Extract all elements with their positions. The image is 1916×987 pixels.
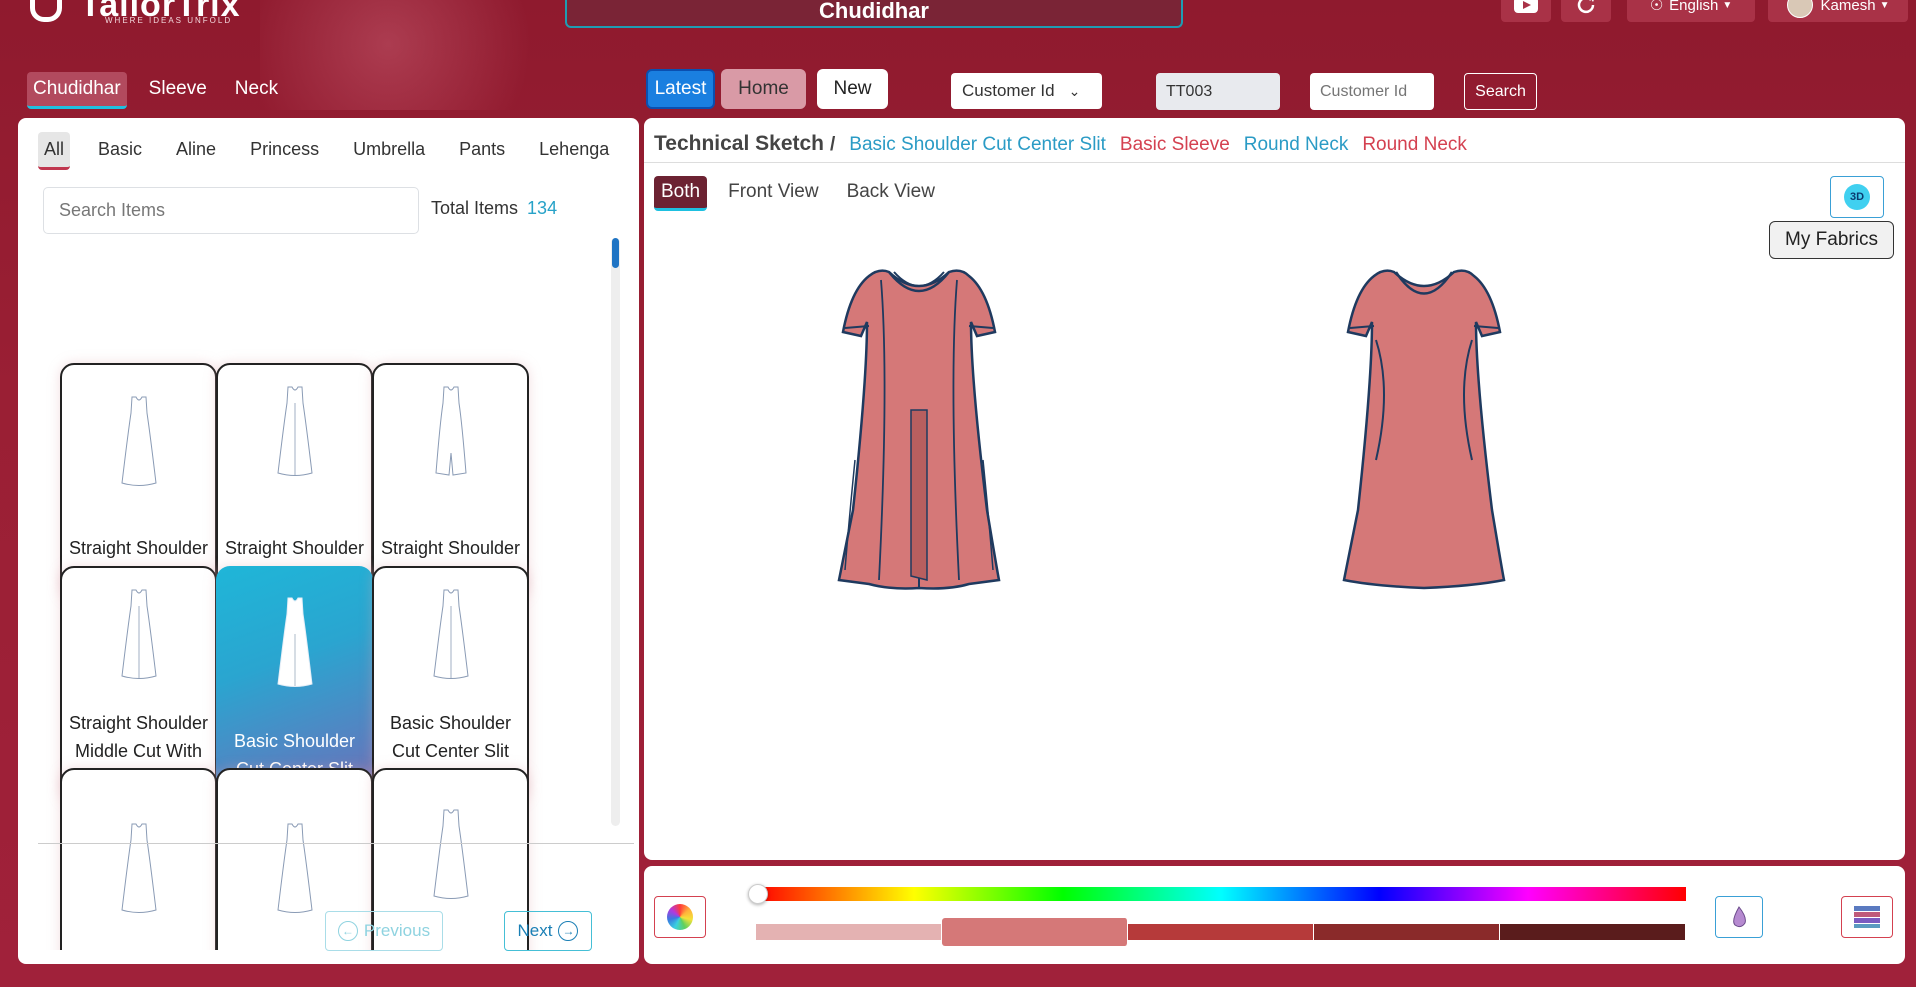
hue-slider-handle[interactable] xyxy=(748,884,768,904)
tab-neck[interactable]: Neck xyxy=(229,72,284,109)
tab-chudidhar[interactable]: Chudidhar xyxy=(27,72,127,109)
shade-swatch[interactable] xyxy=(756,924,942,940)
tab-front-view[interactable]: Front View xyxy=(721,176,825,211)
back-view-sketch[interactable] xyxy=(1324,260,1524,640)
chevron-down-icon: ⌄ xyxy=(1068,82,1081,99)
user-name: Kamesh xyxy=(1820,0,1876,14)
breadcrumb: Technical Sketch / Basic Shoulder Cut Ce… xyxy=(654,132,1467,156)
shade-swatch[interactable] xyxy=(1128,924,1314,940)
item-card[interactable]: Straight Shoulder Cut xyxy=(60,363,217,600)
breadcrumb-front-neck[interactable]: Round Neck xyxy=(1244,134,1349,156)
breadcrumb-separator: / xyxy=(830,134,836,155)
logo-mark xyxy=(30,0,62,22)
user-menu[interactable]: Kamesh ▼ xyxy=(1768,0,1908,22)
refresh-button[interactable] xyxy=(1561,0,1611,22)
arrow-left-icon: ← xyxy=(337,921,358,941)
panel-divider xyxy=(38,843,634,844)
my-fabrics-button[interactable]: My Fabrics xyxy=(1769,221,1894,259)
previous-button[interactable]: ← Previous xyxy=(325,911,443,951)
tab-back-view[interactable]: Back View xyxy=(840,176,942,211)
total-items: Total Items 134 xyxy=(431,198,557,219)
tab-both[interactable]: Both xyxy=(654,176,708,211)
scroll-thumb[interactable] xyxy=(612,238,619,268)
tab-umbrella[interactable]: Umbrella xyxy=(347,132,431,170)
arrow-right-icon: → xyxy=(558,921,579,941)
select-label: Customer Id xyxy=(962,81,1055,100)
tab-aline[interactable]: Aline xyxy=(170,132,222,170)
next-button[interactable]: Next → xyxy=(504,911,592,951)
dress-thumbnail xyxy=(120,823,157,913)
item-list-panel: All Basic Aline Princess Umbrella Pants … xyxy=(18,118,639,964)
tab-pants[interactable]: Pants xyxy=(453,132,511,170)
item-card[interactable]: Straight Shoulder Cut With FO xyxy=(216,363,373,600)
shade-swatch[interactable] xyxy=(1500,924,1686,940)
dress-thumbnail xyxy=(432,589,469,679)
total-count: 134 xyxy=(527,198,558,218)
dress-thumbnail xyxy=(276,597,313,687)
tab-lehenga[interactable]: Lehenga xyxy=(533,132,615,170)
dropper-button[interactable] xyxy=(1715,896,1763,938)
sketch-panel: Technical Sketch / Basic Shoulder Cut Ce… xyxy=(644,118,1905,860)
tab-all[interactable]: All xyxy=(38,132,71,170)
shade-swatch[interactable] xyxy=(1314,924,1500,940)
customer-code-field[interactable]: TT003 xyxy=(1156,73,1280,110)
page-title: Chudidhar xyxy=(565,0,1183,28)
shade-swatch-selected[interactable] xyxy=(942,918,1128,946)
home-button[interactable]: Home xyxy=(721,69,806,109)
swatch-grid-icon xyxy=(1854,906,1880,928)
shade-strip xyxy=(756,918,1686,946)
language-label: English xyxy=(1669,0,1719,14)
breadcrumb-sleeve[interactable]: Basic Sleeve xyxy=(1120,134,1230,156)
customer-id-select[interactable]: Customer Id ⌄ xyxy=(951,73,1102,109)
view-3d-button[interactable]: 3D xyxy=(1830,176,1884,218)
app-logo[interactable]: TailorTrix WHERE IDEAS UNFOLD xyxy=(30,0,241,25)
tab-princess[interactable]: Princess xyxy=(244,132,325,170)
globe-icon: ☉ xyxy=(1649,0,1664,14)
youtube-icon xyxy=(1514,0,1538,13)
dropper-icon xyxy=(1733,906,1746,928)
front-view-sketch[interactable] xyxy=(819,260,1019,640)
new-button[interactable]: New xyxy=(817,69,888,109)
language-dropdown[interactable]: ☉ English ▼ xyxy=(1627,0,1755,22)
caret-down-icon: ▼ xyxy=(1722,0,1733,11)
style-filter-tabs: All Basic Aline Princess Umbrella Pants … xyxy=(38,132,637,170)
dress-thumbnail xyxy=(434,386,467,476)
refresh-icon xyxy=(1577,0,1595,14)
logo-tagline: WHERE IDEAS UNFOLD xyxy=(105,16,233,25)
dress-thumbnail xyxy=(120,396,157,486)
item-grid-scrollbar[interactable] xyxy=(611,238,620,826)
hue-slider[interactable] xyxy=(756,887,1686,901)
youtube-button[interactable] xyxy=(1501,0,1551,22)
category-tabs: Chudidhar Sleeve Neck xyxy=(27,72,292,109)
color-wheel-icon xyxy=(667,904,693,930)
breadcrumb-divider xyxy=(644,162,1905,163)
search-button[interactable]: Search xyxy=(1464,73,1537,110)
caret-down-icon: ▼ xyxy=(1879,0,1890,11)
sketch-title: Technical Sketch xyxy=(654,132,825,155)
customer-id-input[interactable] xyxy=(1310,73,1434,110)
view-tabs: Both Front View Back View xyxy=(654,176,956,211)
avatar xyxy=(1786,0,1813,18)
search-items-input[interactable]: Search Items xyxy=(43,187,419,234)
dress-thumbnail xyxy=(276,386,313,476)
3d-icon: 3D xyxy=(1844,184,1870,210)
tab-sleeve[interactable]: Sleeve xyxy=(143,72,213,109)
dress-thumbnail xyxy=(276,823,313,913)
next-label: Next xyxy=(517,921,553,940)
breadcrumb-style[interactable]: Basic Shoulder Cut Center Slit xyxy=(849,134,1106,156)
dress-thumbnail xyxy=(120,589,157,679)
header-decoration xyxy=(260,0,580,110)
color-wheel-button[interactable] xyxy=(654,896,706,938)
dress-thumbnail xyxy=(432,809,469,899)
swatch-grid-button[interactable] xyxy=(1841,896,1893,938)
item-card[interactable] xyxy=(60,768,217,950)
item-card[interactable]: Straight Shoulder WIth Middle xyxy=(372,363,529,600)
total-label: Total Items xyxy=(431,198,519,218)
color-picker-panel xyxy=(644,866,1905,964)
previous-label: Previous xyxy=(363,921,431,940)
latest-button[interactable]: Latest xyxy=(646,69,715,109)
tab-basic[interactable]: Basic xyxy=(92,132,148,170)
breadcrumb-back-neck[interactable]: Round Neck xyxy=(1362,134,1467,156)
